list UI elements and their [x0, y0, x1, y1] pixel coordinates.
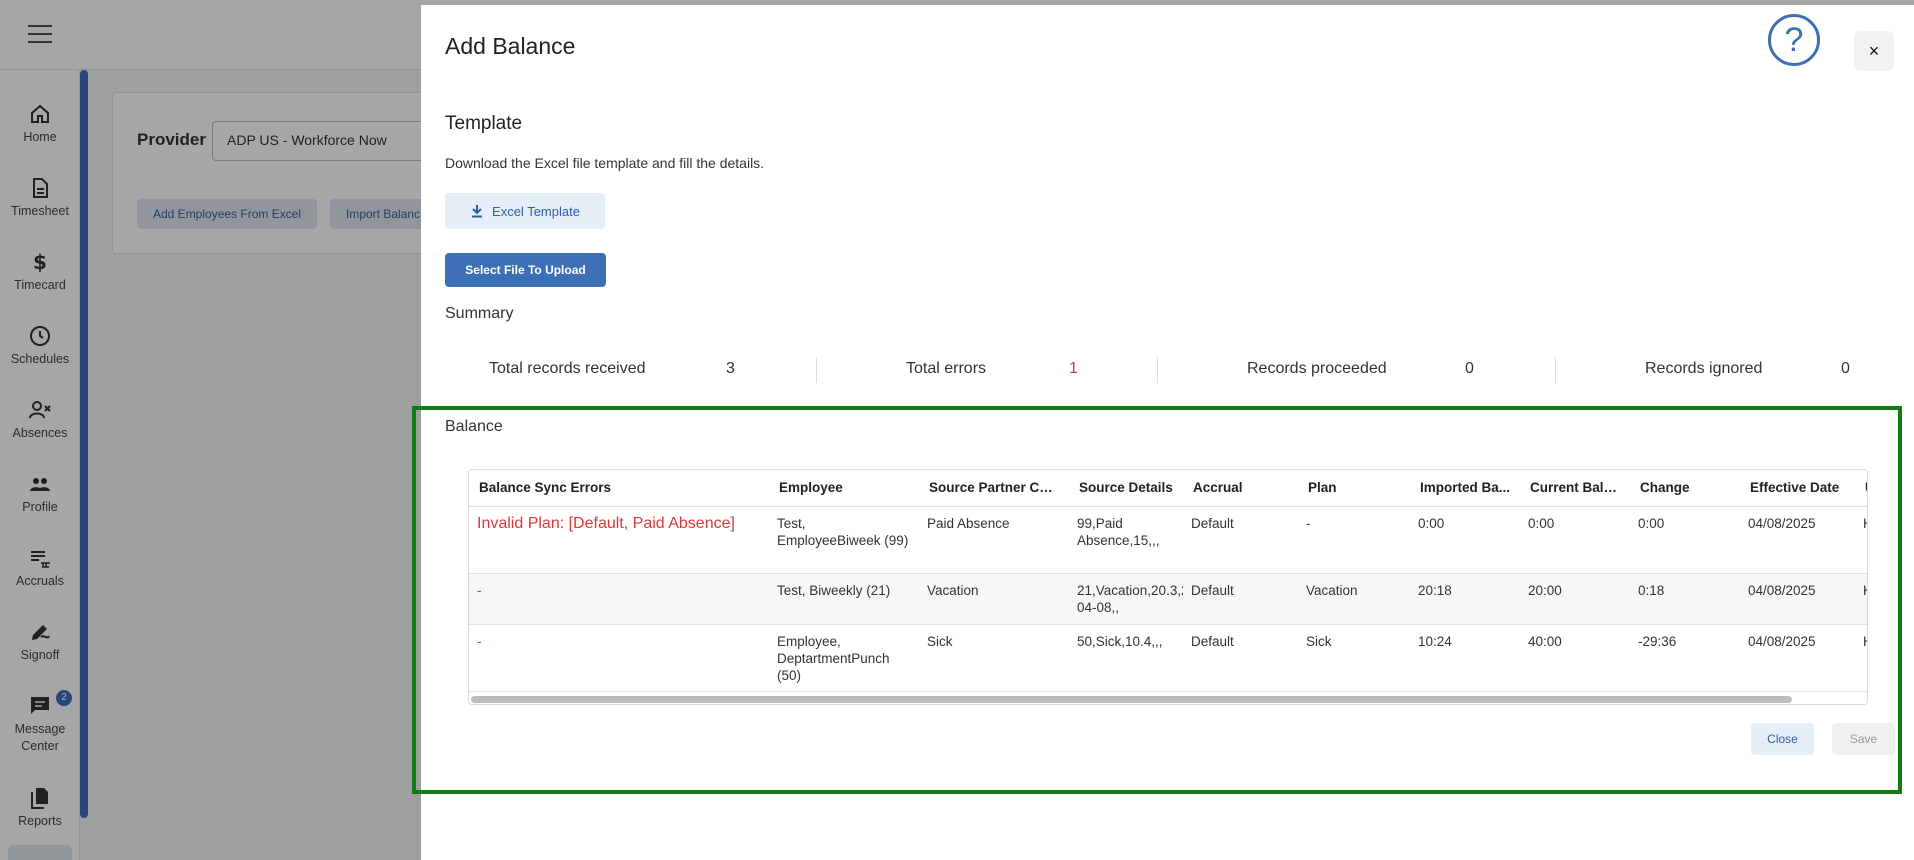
current-balance-cell: 0:00	[1520, 506, 1630, 574]
unit-cell: Ho	[1855, 624, 1867, 692]
table-header-row: Balance Sync Errors Employee Source Part…	[469, 470, 1867, 507]
change-cell: 0:00	[1630, 506, 1740, 574]
unit-cell: Ho	[1855, 506, 1867, 574]
sync-error-cell: -	[469, 573, 769, 625]
records-ignored-value: 0	[1841, 360, 1850, 377]
table-row[interactable]: - Test, Biweekly (21) Vacation 21,Vacati…	[469, 573, 1867, 625]
current-balance-cell: 20:00	[1520, 573, 1630, 625]
excel-template-button[interactable]: Excel Template	[445, 193, 605, 229]
imported-balance-cell: 10:24	[1410, 624, 1520, 692]
column-header[interactable]: Accrual	[1183, 470, 1298, 507]
effective-date-cell: 04/08/2025	[1740, 573, 1855, 625]
dialog-title: Add Balance	[445, 33, 576, 59]
records-proceeded-label: Records proceeded	[1247, 360, 1387, 377]
effective-date-cell: 04/08/2025	[1740, 624, 1855, 692]
column-header[interactable]: Ur	[1855, 470, 1867, 507]
accrual-cell: Default	[1183, 624, 1298, 692]
sync-error-cell: Invalid Plan: [Default, Paid Absence]	[469, 506, 769, 574]
column-header[interactable]: Change	[1630, 470, 1740, 507]
sync-error-cell: -	[469, 624, 769, 692]
scrollbar-thumb[interactable]	[471, 696, 1792, 703]
select-file-button[interactable]: Select File To Upload	[445, 253, 606, 287]
partner-code-cell: Vacation	[919, 573, 1069, 625]
template-description: Download the Excel file template and fil…	[445, 155, 765, 171]
partner-code-cell: Paid Absence	[919, 506, 1069, 574]
column-header[interactable]: Source Details	[1069, 470, 1183, 507]
download-icon	[472, 204, 483, 217]
column-header[interactable]: Effective Date	[1740, 470, 1855, 507]
records-proceeded-value: 0	[1465, 360, 1474, 377]
balance-title: Balance	[445, 418, 503, 435]
imported-balance-cell: 20:18	[1410, 573, 1520, 625]
change-cell: 0:18	[1630, 573, 1740, 625]
column-header[interactable]: Plan	[1298, 470, 1410, 507]
save-button[interactable]: Save	[1832, 723, 1895, 755]
column-header[interactable]: Balance Sync Errors	[469, 470, 769, 507]
divider	[1157, 357, 1158, 383]
column-header[interactable]: Imported Ba...	[1410, 470, 1520, 507]
summary-title: Summary	[445, 305, 514, 322]
table-horizontal-scrollbar[interactable]	[469, 694, 1867, 704]
source-details-cell: 99,Paid Absence,15,,,	[1069, 506, 1183, 574]
table-row[interactable]: - Employee, DeptartmentPunch (50) Sick 5…	[469, 624, 1867, 692]
close-button[interactable]: Close	[1751, 723, 1814, 755]
employee-cell: Employee, DeptartmentPunch (50)	[769, 624, 919, 692]
unit-cell: Ho	[1855, 573, 1867, 625]
records-ignored-label: Records ignored	[1645, 360, 1763, 377]
accrual-cell: Default	[1183, 506, 1298, 574]
total-errors-value: 1	[1069, 360, 1078, 377]
column-header[interactable]: Employee	[769, 470, 919, 507]
partner-code-cell: Sick	[919, 624, 1069, 692]
column-header[interactable]: Current Bala...	[1520, 470, 1630, 507]
add-balance-dialog: Add Balance ? × Template Download the Ex…	[412, 5, 1914, 860]
total-errors-label: Total errors	[906, 360, 987, 377]
plan-cell: Sick	[1298, 624, 1410, 692]
imported-balance-cell: 0:00	[1410, 506, 1520, 574]
column-header[interactable]: Source Partner Code	[919, 470, 1069, 507]
close-icon[interactable]: ×	[1854, 31, 1894, 71]
current-balance-cell: 40:00	[1520, 624, 1630, 692]
balance-table-container: Balance Sync Errors Employee Source Part…	[468, 469, 1868, 705]
plan-cell: -	[1298, 506, 1410, 574]
divider	[1555, 357, 1556, 383]
accrual-cell: Default	[1183, 573, 1298, 625]
balance-table: Balance Sync Errors Employee Source Part…	[469, 470, 1867, 692]
source-details-cell: 21,Vacation,20.3,2025-04-08,,	[1069, 573, 1183, 625]
total-received-label: Total records received	[489, 360, 646, 377]
help-icon[interactable]: ?	[1768, 14, 1820, 66]
employee-cell: Test, Biweekly (21)	[769, 573, 919, 625]
excel-template-label: Excel Template	[492, 203, 580, 219]
table-row[interactable]: Invalid Plan: [Default, Paid Absence] Te…	[469, 506, 1867, 574]
change-cell: -29:36	[1630, 624, 1740, 692]
total-received-value: 3	[726, 360, 735, 377]
template-title: Template	[445, 113, 523, 134]
divider	[816, 357, 817, 383]
plan-cell: Vacation	[1298, 573, 1410, 625]
employee-cell: Test, EmployeeBiweek (99)	[769, 506, 919, 574]
effective-date-cell: 04/08/2025	[1740, 506, 1855, 574]
source-details-cell: 50,Sick,10.4,,,	[1069, 624, 1183, 692]
